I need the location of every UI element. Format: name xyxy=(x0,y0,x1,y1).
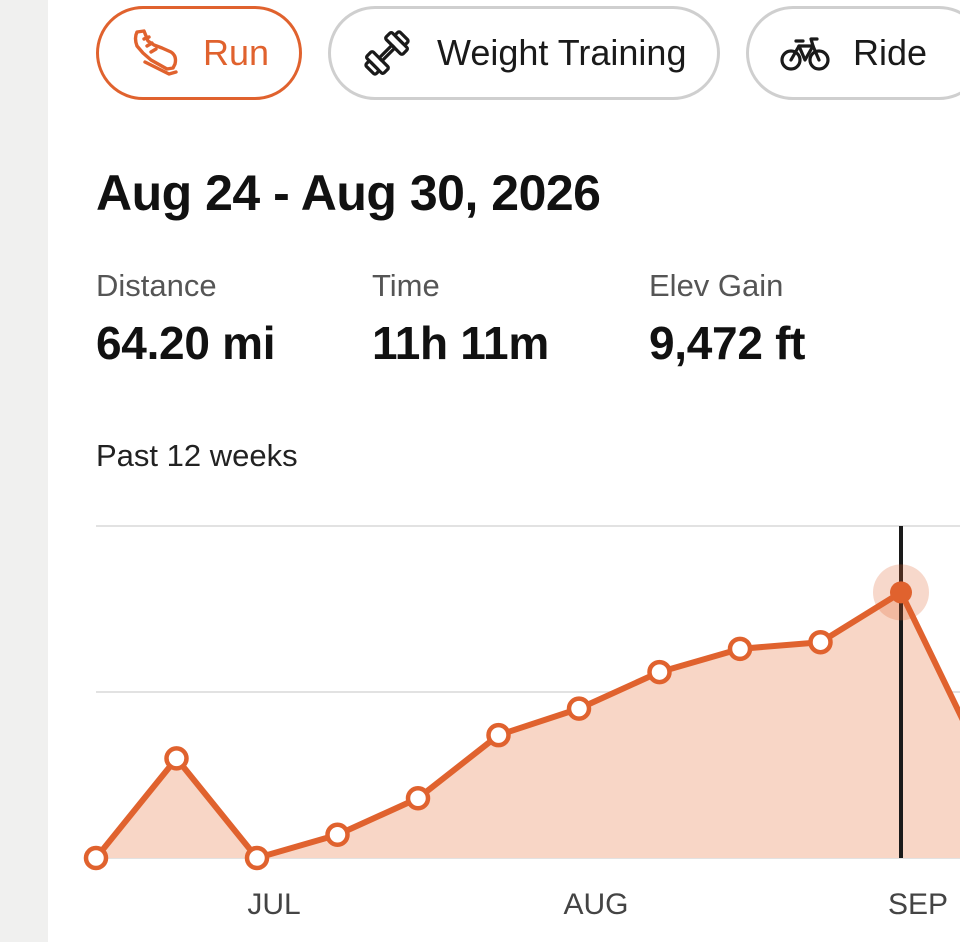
tab-label: Ride xyxy=(853,32,928,73)
bicycle-icon xyxy=(779,27,831,79)
x-tick-label: SEP xyxy=(888,888,948,921)
tab-run[interactable]: Run xyxy=(96,6,302,100)
data-point xyxy=(405,785,431,811)
stat-value: 11h 11m xyxy=(372,317,549,369)
stat-time: Time 11h 11m xyxy=(372,268,549,370)
data-point xyxy=(83,845,109,871)
sport-tabs: Run Weight Training Ride xyxy=(96,6,960,100)
stat-value: 9,472 ft xyxy=(649,317,806,369)
data-point xyxy=(164,746,189,771)
x-tick-label: JUL xyxy=(247,888,300,921)
data-point xyxy=(566,696,592,721)
range-label: Past 12 weeks xyxy=(96,438,298,473)
stat-label: Time xyxy=(372,268,440,303)
stat-label: Distance xyxy=(96,268,217,303)
tab-weight-training[interactable]: Weight Training xyxy=(328,6,720,100)
data-point xyxy=(325,822,350,848)
tab-ride[interactable]: Ride xyxy=(746,6,960,100)
data-point xyxy=(727,636,753,662)
data-point xyxy=(647,659,672,685)
stat-label: Elev Gain xyxy=(649,268,784,303)
chart-svg[interactable]: JUL AUG SEP xyxy=(48,500,960,942)
stat-elev-gain: Elev Gain 9,472 ft xyxy=(649,268,805,370)
data-point xyxy=(486,722,511,748)
selected-data-point xyxy=(890,581,912,604)
weekly-summary-panel: Run Weight Training Ride Aug 24 - Aug 30… xyxy=(48,0,960,942)
weekly-distance-chart[interactable]: JUL AUG SEP xyxy=(48,500,960,942)
stat-value: 64.20 mi xyxy=(96,317,276,369)
shoe-icon xyxy=(127,26,181,80)
data-point xyxy=(808,629,833,655)
week-title: Aug 24 - Aug 30, 2026 xyxy=(96,165,601,221)
dumbbell-icon xyxy=(359,25,415,81)
data-point xyxy=(244,845,270,871)
stat-distance: Distance 64.20 mi xyxy=(96,268,275,370)
x-tick-label: AUG xyxy=(563,888,628,921)
tab-label: Run xyxy=(203,32,270,73)
tab-label: Weight Training xyxy=(437,32,687,73)
left-rail xyxy=(0,0,48,942)
